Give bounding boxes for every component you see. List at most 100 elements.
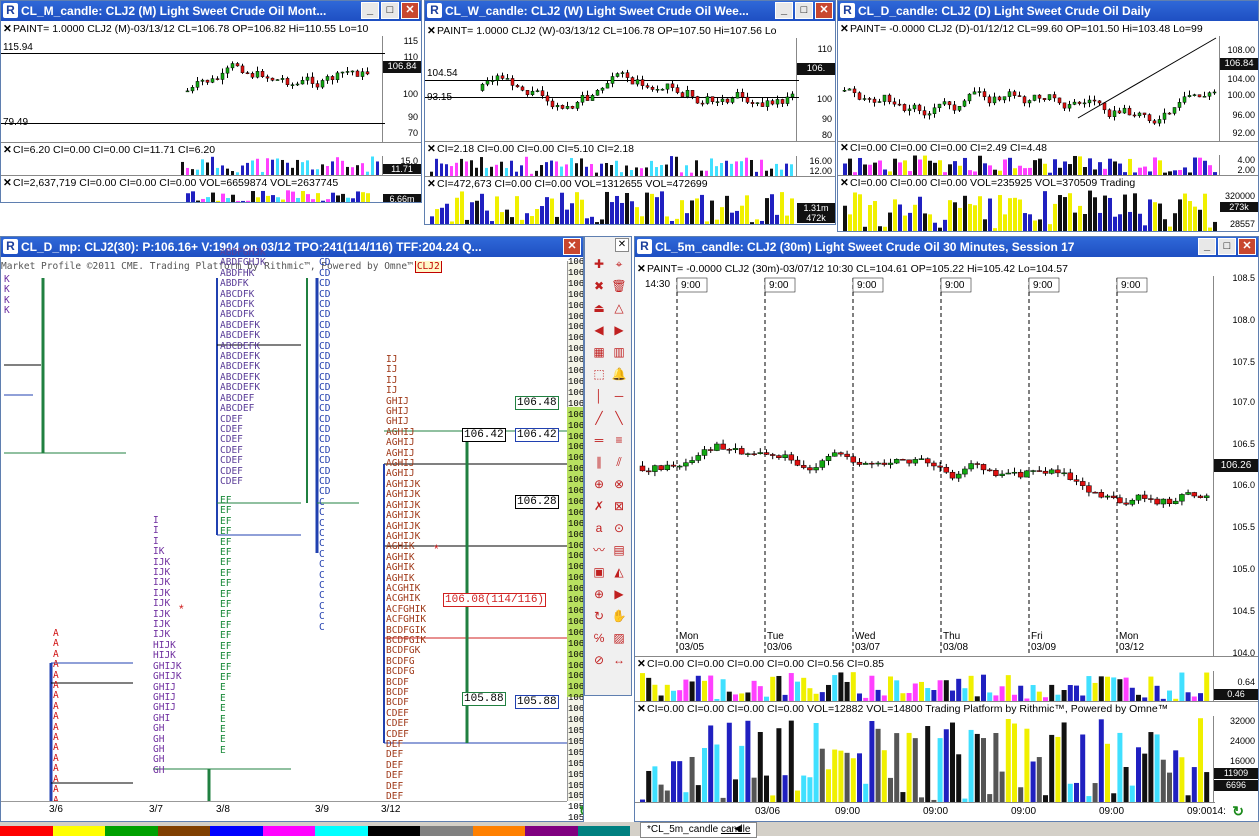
color-swatch[interactable] [262, 826, 315, 836]
toolbox-close-icon[interactable]: ✕ [615, 238, 629, 252]
close-pane-icon[interactable]: ✕ [3, 176, 13, 190]
close-pane-icon[interactable]: ✕ [427, 142, 437, 156]
minimize-button[interactable]: _ [361, 2, 379, 19]
drawing-tool-icon[interactable]: ⬚ [589, 365, 609, 383]
daily-title-bar[interactable]: R CL_D_candle: CLJ2 (D) Light Sweet Crude… [838, 1, 1258, 21]
mp-structure: ** [4, 278, 567, 803]
drawing-tool-icon[interactable]: ↻ [589, 607, 609, 625]
drawing-tool-icon[interactable]: ✋ [609, 607, 629, 625]
minimize-button[interactable]: _ [1198, 238, 1216, 255]
drawing-tool-icon[interactable]: ▶ [609, 321, 629, 339]
scroll-left-icon[interactable]: ◀ [734, 823, 741, 834]
close-pane-icon[interactable]: ✕ [637, 657, 647, 671]
drawing-tool-icon[interactable]: ╱ [589, 409, 609, 427]
drawing-tool-icon[interactable]: ✚ [589, 255, 609, 273]
close-pane-icon[interactable]: ✕ [3, 22, 13, 36]
close-pane-icon[interactable]: ✕ [637, 702, 647, 716]
drawing-tool-icon[interactable]: ✖ [589, 277, 609, 295]
drawing-tool-icon[interactable]: ▥ [609, 343, 629, 361]
drawing-tool-icon[interactable]: ▤ [609, 541, 629, 559]
daily-chart-window[interactable]: R CL_D_candle: CLJ2 (D) Light Sweet Crude… [837, 0, 1259, 232]
color-swatch[interactable] [315, 826, 368, 836]
refresh-icon[interactable]: ↻ [579, 803, 583, 819]
monthly-title-bar[interactable]: R CL_M_candle: CLJ2 (M) Light Sweet Crude… [1, 1, 421, 21]
drawing-tool-icon[interactable]: 🔔 [609, 365, 629, 383]
close-button[interactable]: ✕ [563, 238, 581, 255]
color-swatch[interactable] [577, 826, 630, 836]
color-swatch[interactable] [52, 826, 105, 836]
drawing-tool-icon[interactable]: ╲ [609, 409, 629, 427]
drawing-tool-icon[interactable]: ◀ [589, 321, 609, 339]
close-pane-icon[interactable]: ✕ [3, 143, 13, 157]
drawing-tool-icon[interactable]: 🗑 [609, 277, 629, 295]
drawing-tool-icon[interactable]: ▦ [589, 343, 609, 361]
color-swatch[interactable] [210, 826, 263, 836]
candle [1132, 114, 1137, 117]
color-swatch[interactable] [157, 826, 210, 836]
candle [505, 78, 510, 80]
volume-bar [1203, 193, 1207, 231]
close-pane-icon[interactable]: ✕ [427, 177, 437, 191]
close-button[interactable]: ✕ [401, 2, 419, 19]
close-pane-icon[interactable]: ✕ [840, 176, 850, 190]
drawing-tool-icon[interactable]: ⊕ [589, 585, 609, 603]
close-pane-icon[interactable]: ✕ [840, 141, 850, 155]
volume-bar [844, 681, 850, 701]
drawing-tool-icon[interactable]: ═ [589, 431, 609, 449]
color-swatch[interactable] [525, 826, 578, 836]
candle [260, 71, 265, 77]
close-button[interactable]: ✕ [1238, 238, 1256, 255]
intraday-chart-window[interactable]: R CL_5m_candle: CLJ2 (30m) Light Sweet Cr… [634, 236, 1259, 822]
color-swatch[interactable] [420, 826, 473, 836]
refresh-icon[interactable]: ↻ [1232, 803, 1244, 820]
drawing-tool-icon[interactable]: ◭ [609, 563, 629, 581]
drawing-tool-icon[interactable]: △ [609, 299, 629, 317]
maximize-button[interactable]: □ [1218, 238, 1236, 255]
drawing-tool-icon[interactable]: ℅ [589, 629, 609, 647]
color-swatch[interactable] [0, 826, 53, 836]
drawing-tool-icon[interactable]: 〰 [589, 541, 609, 559]
drawing-tool-icon[interactable]: ▣ [589, 563, 609, 581]
maximize-button[interactable]: □ [795, 2, 813, 19]
volume-bar [1093, 197, 1097, 231]
weekly-title-bar[interactable]: R CL_W_candle: CLJ2 (W) Light Sweet Crude… [425, 1, 835, 21]
volume-bar [515, 196, 519, 224]
drawing-tool-icon[interactable]: ⊗ [609, 475, 629, 493]
close-pane-icon[interactable]: ✕ [427, 24, 437, 38]
maximize-button[interactable]: □ [381, 2, 399, 19]
drawing-tool-icon[interactable]: ↔ [609, 651, 629, 669]
drawing-tool-icon[interactable]: ≡ [609, 431, 629, 449]
drawing-tool-icon[interactable]: ∥ [589, 453, 609, 471]
volume-bar [535, 209, 539, 224]
candle [726, 449, 733, 451]
monthly-chart-window[interactable]: R CL_M_candle: CLJ2 (M) Light Sweet Crude… [0, 0, 422, 203]
market-profile-window[interactable]: R CL_D_mp: CLJ2(30): P:106.16+ V:1904 on … [0, 236, 584, 822]
close-pane-icon[interactable]: ✕ [637, 262, 647, 276]
drawing-tool-icon[interactable]: ▨ [609, 629, 629, 647]
intraday-title-bar[interactable]: R CL_5m_candle: CLJ2 (30m) Light Sweet Cr… [635, 237, 1258, 257]
drawing-tool-icon[interactable]: ✗ [589, 497, 609, 515]
close-pane-icon[interactable]: ✕ [840, 22, 850, 36]
drawing-tool-icon[interactable]: a [589, 519, 609, 537]
mp-title-bar[interactable]: R CL_D_mp: CLJ2(30): P:106.16+ V:1904 on … [1, 237, 583, 257]
mp-caption-text: Market Profile ©2011 CME. Trading Platfo… [1, 261, 413, 272]
drawing-tool-icon[interactable]: ⏏ [589, 299, 609, 317]
color-swatch[interactable] [105, 826, 158, 836]
volume-bar [1008, 157, 1012, 175]
close-button[interactable]: ✕ [815, 2, 833, 19]
minimize-button[interactable]: _ [775, 2, 793, 19]
drawing-tool-icon[interactable]: ⊘ [589, 651, 609, 669]
candle [565, 106, 570, 109]
drawing-tool-icon[interactable]: │ [589, 387, 609, 405]
drawing-tool-icon[interactable]: ▶ [609, 585, 629, 603]
color-swatch[interactable] [367, 826, 420, 836]
weekly-chart-window[interactable]: R CL_W_candle: CLJ2 (W) Light Sweet Crude… [424, 0, 836, 225]
drawing-tool-icon[interactable]: ⊕ [589, 475, 609, 493]
drawing-tool-icon[interactable]: ⊠ [609, 497, 629, 515]
drawing-tool-icon[interactable]: ⊙ [609, 519, 629, 537]
color-swatch[interactable] [472, 826, 525, 836]
drawing-tool-icon[interactable]: ⫽ [609, 453, 629, 471]
candle [1117, 497, 1123, 504]
drawing-tool-icon[interactable]: ─ [609, 387, 629, 405]
drawing-tool-icon[interactable]: ⌖ [609, 255, 629, 273]
